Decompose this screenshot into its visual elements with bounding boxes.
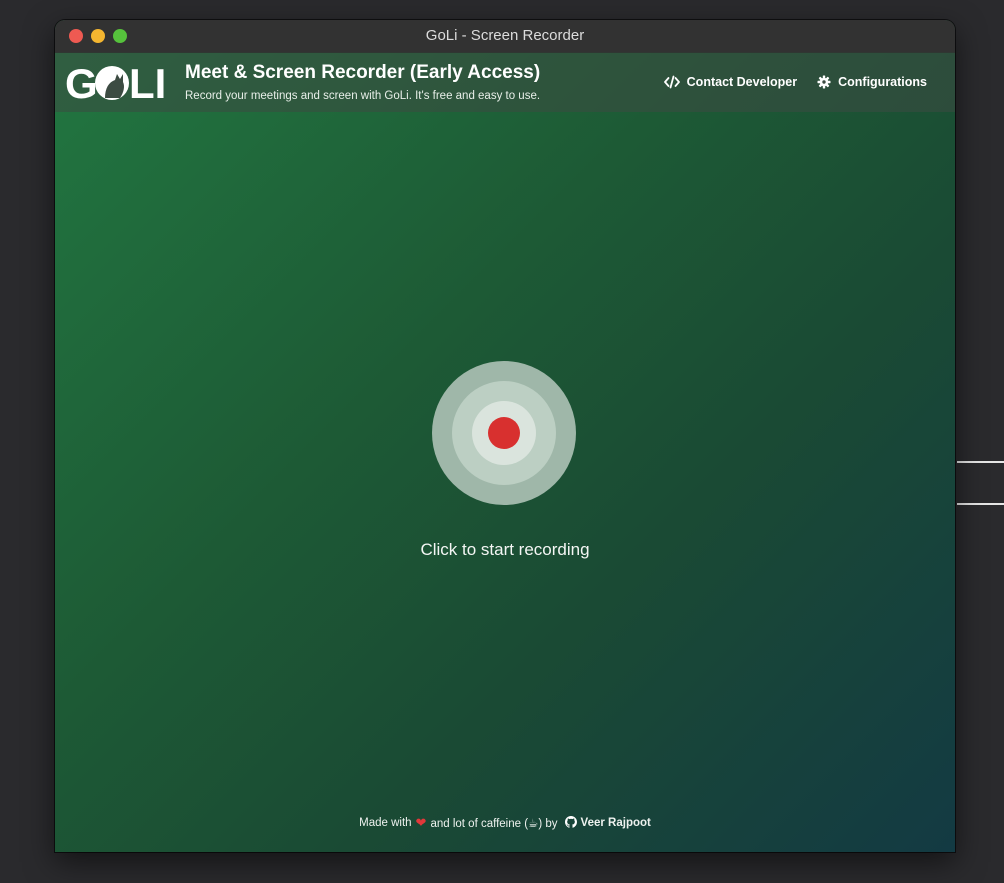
gear-icon — [817, 75, 831, 89]
title-bar[interactable]: GoLi - Screen Recorder — [55, 20, 955, 53]
code-icon — [663, 75, 680, 89]
footer: Made with ❤ and lot of caffeine (☕) by V… — [55, 815, 955, 831]
header-nav: Contact Developer Configurations — [663, 52, 927, 112]
heart-icon: ❤ — [415, 815, 427, 830]
svg-text:LI: LI — [129, 60, 166, 104]
footer-caffeine-text: and lot of caffeine (☕) by — [430, 818, 558, 830]
app-header: G LI Meet & Screen Recorder (Early Acces… — [55, 52, 955, 112]
record-dot-icon — [488, 417, 520, 449]
app-window: GoLi - Screen Recorder G LI Meet & Scree… — [55, 20, 955, 852]
author-name: Veer Rajpoot — [580, 817, 651, 829]
start-recording-button[interactable] — [432, 361, 578, 507]
window-title: GoLi - Screen Recorder — [425, 27, 585, 44]
app-subtitle: Record your meetings and screen with GoL… — [185, 90, 541, 102]
start-recording-label[interactable]: Click to start recording — [55, 540, 955, 560]
github-icon — [564, 815, 577, 831]
footer-made-with: Made with — [359, 817, 412, 829]
svg-text:G: G — [65, 60, 98, 104]
background-line — [957, 503, 1004, 505]
goli-logo: G LI — [65, 60, 169, 104]
contact-developer-label: Contact Developer — [686, 75, 798, 89]
configurations-link[interactable]: Configurations — [817, 75, 927, 89]
author-github-link[interactable]: Veer Rajpoot — [564, 815, 651, 831]
background-line — [957, 461, 1004, 463]
app-title: Meet & Screen Recorder (Early Access) — [185, 62, 541, 83]
configurations-label: Configurations — [838, 75, 927, 89]
desktop: GoLi - Screen Recorder G LI Meet & Scree… — [0, 0, 1004, 883]
contact-developer-link[interactable]: Contact Developer — [663, 75, 798, 89]
